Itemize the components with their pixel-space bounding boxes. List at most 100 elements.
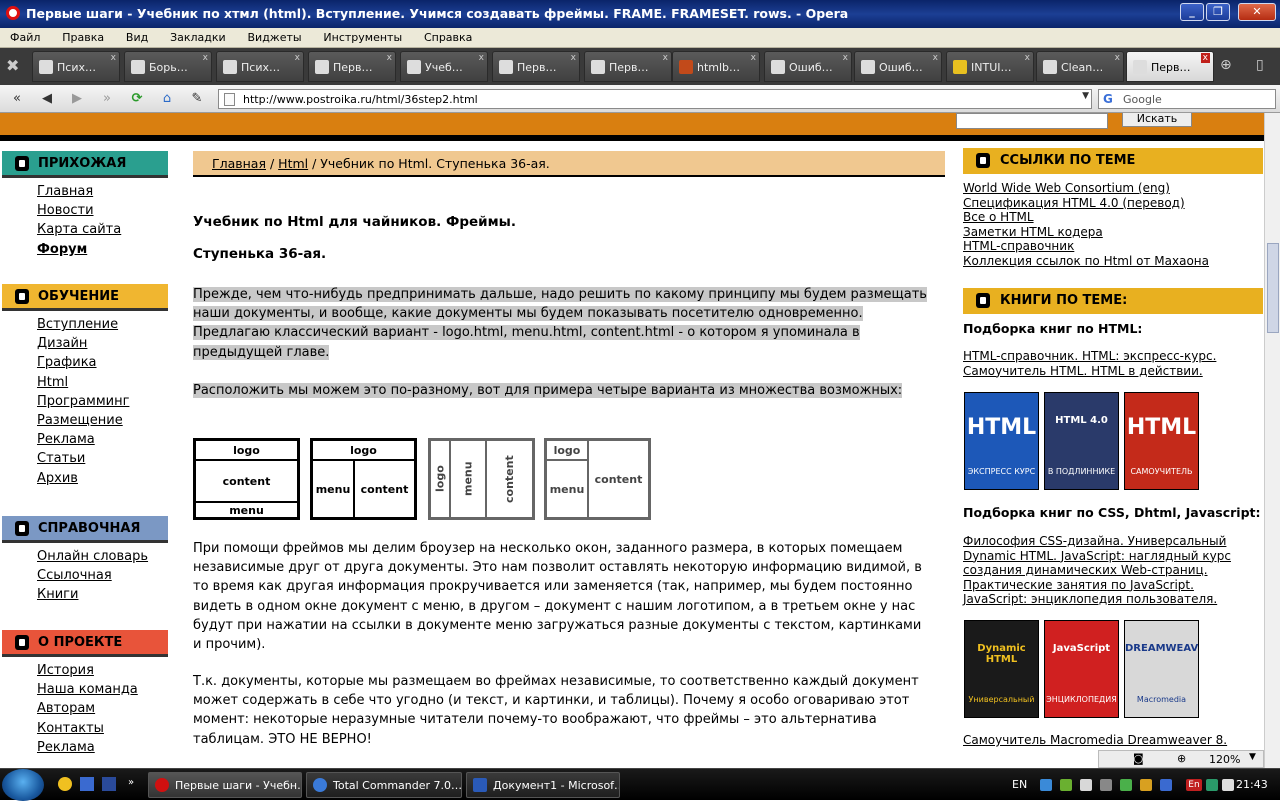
book-link[interactable]: Dynamic HTML. JavaScript: наглядный курс [963, 549, 1231, 564]
tray-icon[interactable] [1120, 779, 1132, 791]
tab-close-icon[interactable]: x [1025, 53, 1030, 63]
related-link[interactable]: Все о HTML [963, 210, 1209, 225]
book-link[interactable]: Философия CSS-дизайна. Универсальный [963, 534, 1231, 549]
sidebar-item[interactable]: Html [37, 375, 129, 394]
tab[interactable]: Ошиб… x [854, 51, 942, 82]
tab[interactable]: Перв… x [492, 51, 580, 82]
edit-icon[interactable]: ✎ [186, 89, 208, 109]
book-link[interactable]: Самоучитель Macromedia Dreamweaver 8. [963, 733, 1227, 748]
tab-active[interactable]: Перв… x [1126, 51, 1214, 82]
scrollbar-thumb[interactable] [1267, 243, 1279, 333]
tab-close-icon[interactable]: x [1200, 53, 1210, 63]
trash-icon[interactable]: ▯ [1256, 57, 1264, 73]
book-cover[interactable]: HTML 4.0 В ПОДЛИННИКЕ [1044, 392, 1119, 490]
tools-icon[interactable]: ✖ [6, 56, 19, 75]
tab[interactable]: Псих… x [216, 51, 304, 82]
forward-icon[interactable]: ▶ [66, 89, 88, 109]
book-cover[interactable]: Dynamic HTML Универсальный [964, 620, 1039, 718]
tab[interactable]: Ошиб… x [764, 51, 852, 82]
tab-close-icon[interactable]: x [295, 53, 300, 63]
tab[interactable]: Псих… x [32, 51, 120, 82]
sidebar-item[interactable]: Онлайн словарь [37, 549, 148, 568]
sidebar-item[interactable]: Авторам [37, 701, 138, 720]
breadcrumb-html-link[interactable]: Html [278, 156, 308, 171]
related-link[interactable]: Спецификация HTML 4.0 (перевод) [963, 196, 1209, 211]
menu-help[interactable]: Справка [414, 28, 480, 44]
tab-close-icon[interactable]: x [1115, 53, 1120, 63]
minimize-button[interactable]: _ [1180, 3, 1204, 21]
zoom-icon[interactable]: ⊕ [1177, 752, 1186, 765]
tab[interactable]: Учеб… x [400, 51, 488, 82]
tray-icon[interactable] [1100, 779, 1112, 791]
tab[interactable]: Clean… x [1036, 51, 1124, 82]
related-link[interactable]: Коллекция ссылок по Html от Махаона [963, 254, 1209, 269]
related-link[interactable]: HTML-справочник [963, 239, 1209, 254]
sidebar-item[interactable]: Ссылочная [37, 568, 148, 587]
start-button[interactable] [2, 769, 44, 801]
tab[interactable]: INTUI… x [946, 51, 1034, 82]
sidebar-item[interactable]: Главная [37, 184, 121, 203]
menu-widgets[interactable]: Виджеты [238, 28, 310, 44]
menu-bookmarks[interactable]: Закладки [160, 28, 234, 44]
tab[interactable]: Борь… x [124, 51, 212, 82]
sidebar-item[interactable]: Архив [37, 471, 129, 490]
site-search-button[interactable]: Искать [1122, 113, 1192, 127]
home-icon[interactable]: ⌂ [156, 89, 178, 109]
tab-close-icon[interactable]: x [933, 53, 938, 63]
tab-close-icon[interactable]: x [111, 53, 116, 63]
sidebar-item[interactable]: Новости [37, 203, 121, 222]
camera-icon[interactable]: ◙ [1133, 752, 1144, 765]
tray-icon[interactable] [1160, 779, 1172, 791]
book-link[interactable]: HTML-справочник. HTML: экспресс-курс. [963, 349, 1216, 364]
tab-close-icon[interactable]: x [479, 53, 484, 63]
tray-icon[interactable] [1080, 779, 1092, 791]
maximize-button[interactable]: ❐ [1206, 3, 1230, 21]
quicklaunch-icon[interactable] [80, 777, 94, 791]
tab-close-icon[interactable]: x [751, 53, 756, 63]
chevron-right-icon[interactable]: » [128, 777, 134, 788]
address-field[interactable]: http://www.postroika.ru/html/36step2.htm… [218, 89, 1092, 109]
keyboard-layout-icon[interactable]: En [1186, 779, 1202, 791]
tab[interactable]: Перв… x [308, 51, 396, 82]
quicklaunch-icon[interactable] [58, 777, 72, 791]
tab-close-icon[interactable]: x [203, 53, 208, 63]
taskbar-total-commander[interactable]: Total Commander 7.0… [306, 772, 462, 798]
volume-icon[interactable] [1222, 779, 1234, 791]
chevron-down-icon[interactable]: ▼ [1249, 752, 1256, 762]
book-cover[interactable]: HTML САМОУЧИТЕЛЬ [1124, 392, 1199, 490]
taskbar-opera[interactable]: Первые шаги - Учебн… [148, 772, 302, 798]
sidebar-item[interactable]: История [37, 663, 138, 682]
new-tab-icon[interactable]: ⊕ [1220, 57, 1232, 73]
sidebar-item[interactable]: Наша команда [37, 682, 138, 701]
rewind-icon[interactable]: « [6, 89, 28, 109]
sidebar-item[interactable]: Реклама [37, 740, 138, 759]
menu-file[interactable]: Файл [0, 28, 48, 44]
sidebar-item[interactable]: Форум [37, 242, 121, 261]
sidebar-item[interactable]: Статьи [37, 451, 129, 470]
sidebar-item[interactable]: Размещение [37, 413, 129, 432]
sidebar-item[interactable]: Дизайн [37, 336, 129, 355]
reload-icon[interactable]: ⟳ [126, 89, 148, 109]
tab-close-icon[interactable]: x [843, 53, 848, 63]
search-field[interactable]: G Google [1098, 89, 1276, 109]
book-cover[interactable]: HTML ЭКСПРЕСС КУРС [964, 392, 1039, 490]
book-link[interactable]: Практические занятия по JavaScript. [963, 578, 1231, 593]
tray-icon[interactable] [1040, 779, 1052, 791]
language-indicator[interactable]: EN [1012, 778, 1027, 791]
sidebar-item[interactable]: Графика [37, 355, 129, 374]
menu-view[interactable]: Вид [116, 28, 156, 44]
site-search-input[interactable] [956, 113, 1108, 129]
tab-close-icon[interactable]: x [571, 53, 576, 63]
related-link[interactable]: Заметки HTML кодера [963, 225, 1209, 240]
back-icon[interactable]: ◀ [36, 89, 58, 109]
page-scrollbar[interactable] [1264, 113, 1280, 768]
menu-tools[interactable]: Инструменты [313, 28, 410, 44]
sidebar-item[interactable]: Реклама [37, 432, 129, 451]
tab[interactable]: htmlb… x [672, 51, 760, 82]
menu-edit[interactable]: Правка [52, 28, 112, 44]
tab-close-icon[interactable]: x [387, 53, 392, 63]
zoom-level[interactable]: 120% [1209, 753, 1240, 766]
book-link[interactable]: JavaScript: энциклопедия пользователя. [963, 592, 1231, 607]
tray-icon[interactable] [1060, 779, 1072, 791]
sidebar-item[interactable]: Программинг [37, 394, 129, 413]
